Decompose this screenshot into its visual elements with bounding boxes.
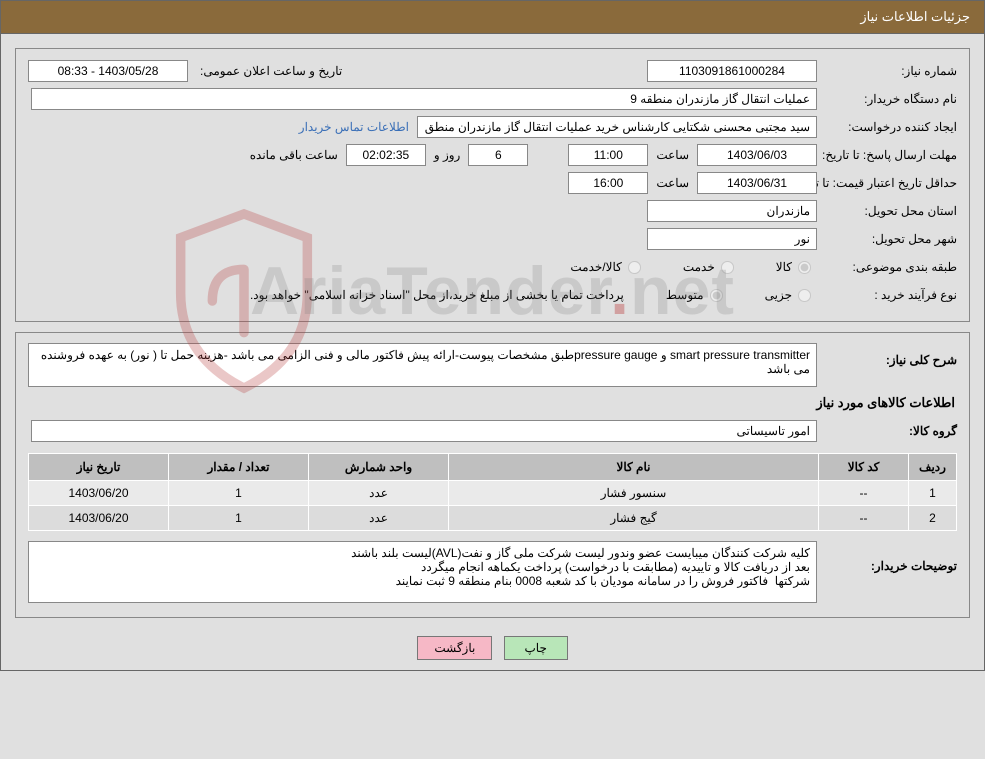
category-goods-radio bbox=[798, 261, 811, 274]
th-name: نام کالا bbox=[449, 454, 819, 481]
cell-name: گیج فشار bbox=[449, 506, 819, 531]
buyer-contact-link[interactable]: اطلاعات تماس خریدار bbox=[299, 120, 417, 134]
cell-code: -- bbox=[819, 481, 909, 506]
city-label: شهر محل تحویل: bbox=[817, 232, 957, 246]
buyer-org-label: نام دستگاه خریدار: bbox=[817, 92, 957, 106]
process-medium-radio bbox=[710, 289, 723, 302]
print-button[interactable]: چاپ bbox=[504, 636, 568, 660]
process-small-label: جزیی bbox=[765, 288, 792, 302]
th-qty: تعداد / مقدار bbox=[169, 454, 309, 481]
category-goods-label: کالا bbox=[776, 260, 792, 274]
th-row: ردیف bbox=[909, 454, 957, 481]
days-label: روز و bbox=[426, 148, 469, 162]
process-medium-label: متوسط bbox=[666, 288, 704, 302]
page-title: جزئیات اطلاعات نیاز bbox=[860, 9, 970, 24]
city-field bbox=[647, 228, 817, 250]
time-label-1: ساعت bbox=[648, 148, 697, 162]
button-row: چاپ بازگشت bbox=[15, 628, 970, 662]
validity-label: حداقل تاریخ اعتبار قیمت: تا تاریخ: bbox=[817, 176, 957, 190]
category-service-radio bbox=[721, 261, 734, 274]
announce-field bbox=[28, 60, 188, 82]
reply-date-field bbox=[697, 144, 817, 166]
content-area: AriaTender.net شماره نیاز: تاریخ و ساعت … bbox=[0, 33, 985, 671]
page-title-bar: جزئیات اطلاعات نیاز bbox=[0, 0, 985, 33]
need-header-block: شماره نیاز: تاریخ و ساعت اعلان عمومی: نا… bbox=[15, 48, 970, 322]
validity-date-field bbox=[697, 172, 817, 194]
days-remaining-field bbox=[468, 144, 528, 166]
province-label: استان محل تحویل: bbox=[817, 204, 957, 218]
buyer-org-field bbox=[31, 88, 817, 110]
summary-label: شرح کلی نیاز: bbox=[817, 343, 957, 367]
cell-code: -- bbox=[819, 506, 909, 531]
need-detail-block: شرح کلی نیاز: اطلاعات کالاهای مورد نیاز … bbox=[15, 332, 970, 618]
category-service-label: خدمت bbox=[683, 260, 715, 274]
cell-date: 1403/06/20 bbox=[29, 506, 169, 531]
cell-date: 1403/06/20 bbox=[29, 481, 169, 506]
time-label-2: ساعت bbox=[648, 176, 697, 190]
buyer-notes-text bbox=[28, 541, 817, 603]
items-section-title: اطلاعات کالاهای مورد نیاز bbox=[28, 395, 955, 411]
table-row: 1 -- سنسور فشار عدد 1 1403/06/20 bbox=[29, 481, 957, 506]
category-label: طبقه بندی موضوعی: bbox=[817, 260, 957, 274]
requester-field bbox=[417, 116, 817, 138]
group-label: گروه کالا: bbox=[817, 424, 957, 438]
reply-time-field bbox=[568, 144, 648, 166]
requester-label: ایجاد کننده درخواست: bbox=[817, 120, 957, 134]
reply-deadline-label: مهلت ارسال پاسخ: تا تاریخ: bbox=[817, 148, 957, 162]
th-date: تاریخ نیاز bbox=[29, 454, 169, 481]
buyer-notes-label: توضیحات خریدار: bbox=[817, 541, 957, 573]
back-button[interactable]: بازگشت bbox=[417, 636, 492, 660]
validity-time-field bbox=[568, 172, 648, 194]
cell-unit: عدد bbox=[309, 481, 449, 506]
cell-unit: عدد bbox=[309, 506, 449, 531]
th-code: کد کالا bbox=[819, 454, 909, 481]
cell-qty: 1 bbox=[169, 506, 309, 531]
announce-label: تاریخ و ساعت اعلان عمومی: bbox=[194, 64, 342, 78]
category-goods-service-radio bbox=[628, 261, 641, 274]
province-field bbox=[647, 200, 817, 222]
remaining-label: ساعت باقی مانده bbox=[242, 148, 346, 162]
need-number-field bbox=[647, 60, 817, 82]
cell-qty: 1 bbox=[169, 481, 309, 506]
process-note: پرداخت تمام یا بخشی از مبلغ خرید،از محل … bbox=[250, 288, 624, 302]
group-field bbox=[31, 420, 817, 442]
th-unit: واحد شمارش bbox=[309, 454, 449, 481]
process-small-radio bbox=[798, 289, 811, 302]
need-number-label: شماره نیاز: bbox=[817, 64, 957, 78]
cell-idx: 1 bbox=[909, 481, 957, 506]
table-row: 2 -- گیج فشار عدد 1 1403/06/20 bbox=[29, 506, 957, 531]
process-label: نوع فرآیند خرید : bbox=[817, 288, 957, 302]
cell-name: سنسور فشار bbox=[449, 481, 819, 506]
category-goods-service-label: کالا/خدمت bbox=[570, 260, 621, 274]
countdown-field bbox=[346, 144, 426, 166]
summary-text bbox=[28, 343, 817, 387]
items-table: ردیف کد کالا نام کالا واحد شمارش تعداد /… bbox=[28, 453, 957, 531]
cell-idx: 2 bbox=[909, 506, 957, 531]
